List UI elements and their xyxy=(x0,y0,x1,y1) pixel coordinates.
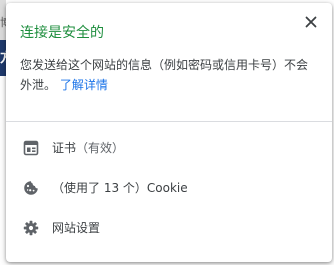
connection-secure-title: 连接是安全的 xyxy=(20,25,104,41)
site-info-popup: 连接是安全的 您发送给这个网站的信息（例如密码或信用卡号）不会外泄。 了解详情 … xyxy=(6,3,332,262)
cookies-label: （使用了 13 个）Cookie xyxy=(52,181,188,195)
cookie-icon xyxy=(22,179,40,197)
site-settings-item[interactable]: 网站设置 xyxy=(6,210,332,246)
close-button[interactable] xyxy=(302,13,320,31)
divider xyxy=(6,121,332,122)
certificate-item[interactable]: 证书（有效） xyxy=(6,130,332,166)
gear-icon xyxy=(22,219,40,237)
connection-description: 您发送给这个网站的信息（例如密码或信用卡号）不会外泄。 了解详情 xyxy=(20,55,318,95)
close-icon xyxy=(305,16,317,28)
site-settings-label: 网站设置 xyxy=(52,221,101,235)
learn-more-link[interactable]: 了解详情 xyxy=(60,78,108,92)
certificate-status: （有效） xyxy=(76,141,125,155)
cookies-item[interactable]: （使用了 13 个）Cookie xyxy=(6,170,332,206)
certificate-icon xyxy=(22,139,40,157)
certificate-label: 证书（有效） xyxy=(52,141,125,155)
